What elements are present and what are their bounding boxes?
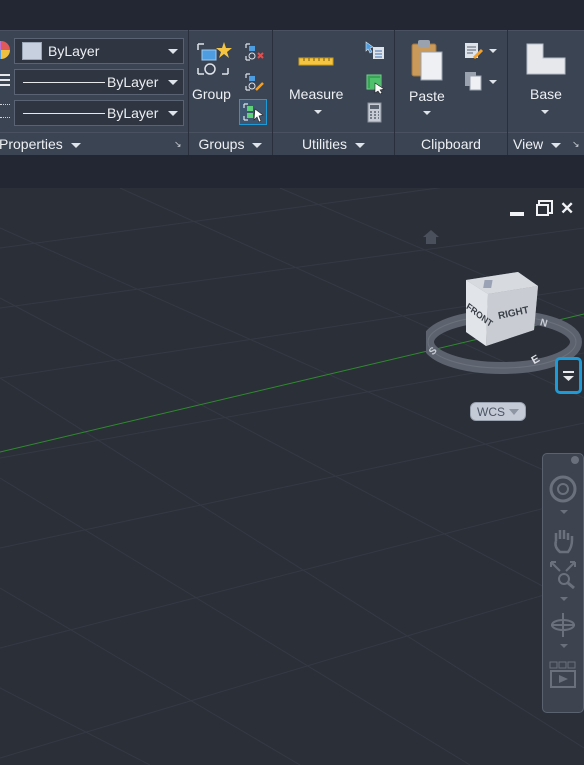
group-selection-toggle-button[interactable]	[239, 99, 267, 125]
linetype-preview	[23, 81, 105, 83]
viewcube-menu-button[interactable]	[555, 357, 582, 394]
showmotion-icon[interactable]	[548, 660, 578, 690]
chevron-down-icon[interactable]	[560, 510, 568, 514]
base-view-button[interactable]: Base	[512, 38, 578, 130]
copy-clip-icon[interactable]	[462, 70, 486, 92]
lineweight-icon	[0, 104, 10, 118]
groups-panel-title[interactable]: Groups	[189, 132, 272, 155]
chevron-down-icon[interactable]	[560, 644, 568, 648]
base-view-button-label: Base	[530, 86, 562, 102]
navigation-bar	[542, 453, 584, 713]
chevron-down-icon	[168, 49, 178, 54]
chevron-down-icon	[168, 111, 178, 116]
utilities-panel-title[interactable]: Utilities	[273, 132, 394, 155]
properties-dialog-launcher-icon[interactable]: ↘	[174, 139, 182, 150]
match-properties-icon[interactable]	[462, 40, 486, 62]
ucs-menu-button[interactable]: WCS	[470, 402, 526, 421]
viewport-minimize-icon[interactable]	[510, 212, 524, 216]
chevron-down-icon	[314, 110, 322, 114]
chevron-down-icon	[563, 371, 574, 381]
linetype-icon	[0, 72, 10, 88]
measure-button[interactable]: Measure	[282, 38, 352, 130]
ucs-label: WCS	[477, 404, 505, 419]
color-dropdown-value: ByLayer	[48, 43, 100, 59]
paste-clipboard-icon	[411, 40, 443, 81]
chevron-down-icon	[252, 142, 263, 148]
view-dialog-launcher-icon[interactable]: ↘	[572, 139, 580, 150]
chevron-down-icon	[541, 110, 549, 114]
measure-button-label: Measure	[289, 86, 344, 102]
quick-select-icon[interactable]	[364, 40, 386, 62]
linetype-dropdown-value: ByLayer	[107, 74, 159, 90]
drawing-viewport[interactable]: ✕ FRONT RIGHT N E S W WCS	[0, 188, 584, 765]
chevron-down-icon	[509, 408, 519, 415]
chevron-down-icon[interactable]	[560, 597, 568, 601]
measure-ruler-icon	[298, 57, 334, 66]
group-edit-icon[interactable]	[244, 72, 264, 92]
chevron-down-icon	[423, 111, 431, 115]
ungroup-icon[interactable]	[244, 42, 264, 62]
properties-panel-title[interactable]: Properties	[0, 132, 188, 155]
chevron-down-icon	[355, 142, 366, 148]
viewport-restore-icon[interactable]	[536, 204, 549, 216]
file-tab-strip	[0, 155, 584, 188]
navbar-close-icon[interactable]	[571, 456, 579, 464]
chevron-down-icon	[70, 142, 81, 148]
calculator-icon[interactable]	[366, 102, 384, 124]
pan-hand-icon[interactable]	[548, 525, 578, 555]
paste-button[interactable]: Paste	[400, 38, 454, 130]
chevron-down-icon	[168, 80, 178, 85]
paste-button-label: Paste	[409, 88, 445, 104]
select-all-icon[interactable]	[364, 72, 386, 94]
chevron-down-icon[interactable]	[489, 80, 497, 84]
base-view-icon	[526, 43, 566, 75]
orbit-icon[interactable]	[548, 610, 578, 640]
clipboard-panel-title[interactable]: Clipboard	[395, 132, 507, 155]
color-dropdown[interactable]: ByLayer	[14, 38, 184, 64]
group-button-label: Group	[192, 86, 231, 102]
group-button[interactable]: Group	[190, 38, 236, 130]
title-strip	[0, 0, 584, 30]
viewport-close-icon[interactable]: ✕	[560, 199, 574, 219]
zoom-extents-icon[interactable]	[548, 559, 578, 589]
group-selection-icon	[243, 103, 264, 123]
linetype-dropdown[interactable]: ByLayer	[14, 69, 184, 95]
chevron-down-icon[interactable]	[489, 49, 497, 53]
group-icon	[197, 42, 232, 75]
chevron-down-icon	[551, 142, 562, 148]
lineweight-dropdown-value: ByLayer	[107, 105, 159, 121]
home-icon[interactable]	[422, 229, 440, 245]
lineweight-dropdown[interactable]: ByLayer	[14, 100, 184, 126]
lineweight-preview	[23, 112, 105, 114]
color-preview-swatch	[22, 42, 42, 60]
steering-wheel-icon[interactable]	[548, 474, 578, 504]
